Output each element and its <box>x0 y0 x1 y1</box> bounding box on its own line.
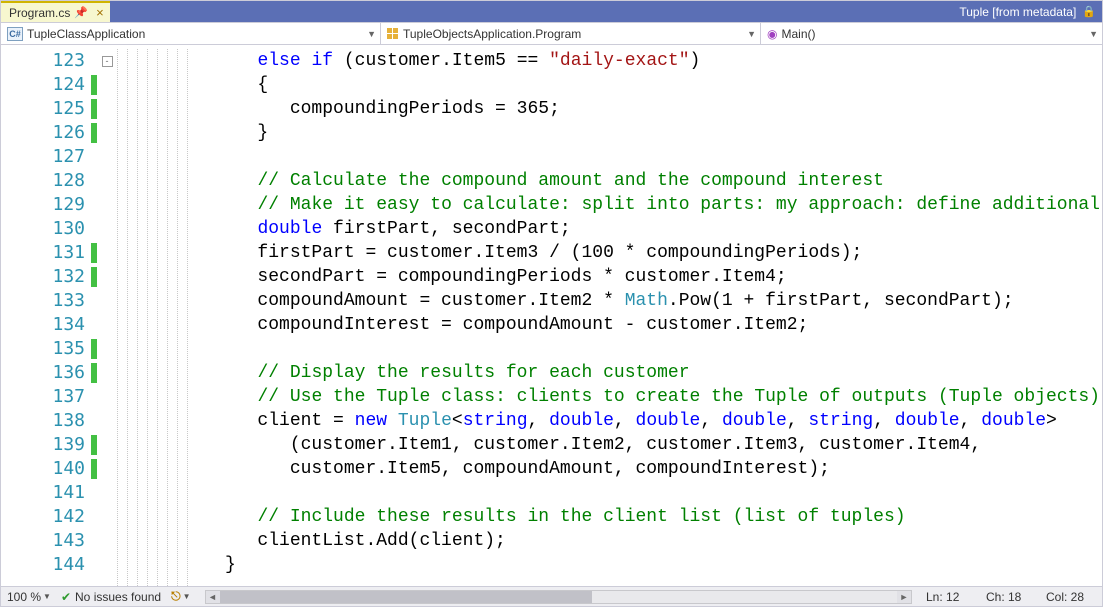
code-line[interactable]: // Display the results for each customer <box>117 361 1102 385</box>
line-number: 134 <box>1 313 97 337</box>
code-text[interactable]: else if (customer.Item5 == "daily-exact"… <box>117 45 1102 577</box>
scroll-right-arrow-icon[interactable]: ► <box>897 591 911 603</box>
code-line[interactable]: compoundingPeriods = 365; <box>117 97 1102 121</box>
method-icon: ◉ <box>767 28 777 40</box>
lightning-icon: ⎋ <box>171 589 181 604</box>
pin-icon[interactable]: 📌 <box>74 6 88 19</box>
issues-label: No issues found <box>75 590 161 604</box>
code-line[interactable]: else if (customer.Item5 == "daily-exact"… <box>117 49 1102 73</box>
tab-program-cs[interactable]: Program.cs 📌 × <box>1 1 110 22</box>
chevron-down-icon: ▼ <box>1089 29 1098 39</box>
fold-toggle[interactable]: - <box>102 56 113 67</box>
document-well-right: Tuple [from metadata] 🔒 <box>110 1 1102 22</box>
chevron-down-icon: ▼ <box>183 592 191 601</box>
code-line[interactable]: customer.Item5, compoundAmount, compound… <box>117 457 1102 481</box>
issues-indicator[interactable]: ✔ No issues found <box>61 590 161 604</box>
tab-filename: Program.cs <box>9 6 70 20</box>
zoom-label: 100 % <box>7 590 41 604</box>
caret-line: Ln: 12 <box>926 590 976 604</box>
line-number: 144 <box>1 553 97 577</box>
code-line[interactable]: // Include these results in the client l… <box>117 505 1102 529</box>
nav-class-dropdown[interactable]: TupleObjectsApplication.Program ▼ <box>381 23 761 44</box>
line-number: 133 <box>1 289 97 313</box>
code-line[interactable] <box>117 145 1102 169</box>
line-number: 125 <box>1 97 97 121</box>
code-line[interactable]: // Make it easy to calculate: split into… <box>117 193 1102 217</box>
line-number: 142 <box>1 505 97 529</box>
code-line[interactable]: { <box>117 73 1102 97</box>
titlebar-right-text: Tuple [from metadata] <box>959 5 1076 19</box>
document-tabbar: Program.cs 📌 × Tuple [from metadata] 🔒 <box>1 1 1102 23</box>
history-button[interactable]: ⎋ ▼ <box>171 589 190 604</box>
line-number: 135 <box>1 337 97 361</box>
chevron-down-icon: ▼ <box>367 29 376 39</box>
line-number: 127 <box>1 145 97 169</box>
status-bar: 100 % ▼ ✔No issues found ⎋ ▼ ◄ ► Ln: 12 … <box>1 586 1102 606</box>
line-number: 124 <box>1 73 97 97</box>
nav-method-label: Main() <box>781 27 815 41</box>
code-line[interactable]: client = new Tuple<string, double, doubl… <box>117 409 1102 433</box>
line-number-gutter: 1231241251261271281291301311321331341351… <box>1 45 97 586</box>
code-line[interactable]: double firstPart, secondPart; <box>117 217 1102 241</box>
caret-col: Col: 28 <box>1046 590 1096 604</box>
code-line[interactable]: compoundInterest = compoundAmount - cust… <box>117 313 1102 337</box>
horizontal-scrollbar[interactable]: ◄ ► <box>205 590 913 604</box>
code-line[interactable]: } <box>117 553 1102 577</box>
line-number: 141 <box>1 481 97 505</box>
line-number: 126 <box>1 121 97 145</box>
csharp-project-icon: C# <box>7 27 23 41</box>
code-line[interactable] <box>117 337 1102 361</box>
line-number: 137 <box>1 385 97 409</box>
chevron-down-icon: ▼ <box>747 29 756 39</box>
line-number: 129 <box>1 193 97 217</box>
code-line[interactable]: compoundAmount = customer.Item2 * Math.P… <box>117 289 1102 313</box>
navigation-bar: C# TupleClassApplication ▼ TupleObjectsA… <box>1 23 1102 45</box>
code-area[interactable]: else if (customer.Item5 == "daily-exact"… <box>117 45 1102 586</box>
horizontal-scrollbar-container: ◄ ► <box>201 590 917 604</box>
chevron-down-icon: ▼ <box>43 592 51 601</box>
line-number: 130 <box>1 217 97 241</box>
line-number: 136 <box>1 361 97 385</box>
scroll-thumb[interactable] <box>220 591 593 603</box>
line-number: 143 <box>1 529 97 553</box>
caret-char: Ch: 18 <box>986 590 1036 604</box>
code-line[interactable] <box>117 481 1102 505</box>
nav-class-label: TupleObjectsApplication.Program <box>403 27 581 41</box>
ide-window: Program.cs 📌 × Tuple [from metadata] 🔒 C… <box>0 0 1103 607</box>
line-number: 132 <box>1 265 97 289</box>
scroll-left-arrow-icon[interactable]: ◄ <box>206 591 220 603</box>
line-number: 138 <box>1 409 97 433</box>
nav-project-label: TupleClassApplication <box>27 27 145 41</box>
check-icon: ✔ <box>61 590 71 604</box>
code-line[interactable]: // Calculate the compound amount and the… <box>117 169 1102 193</box>
code-line[interactable]: secondPart = compoundingPeriods * custom… <box>117 265 1102 289</box>
line-number: 131 <box>1 241 97 265</box>
zoom-selector[interactable]: 100 % ▼ <box>7 590 51 604</box>
class-icon <box>387 28 399 40</box>
line-number: 139 <box>1 433 97 457</box>
line-number: 123 <box>1 49 97 73</box>
line-number: 128 <box>1 169 97 193</box>
nav-project-dropdown[interactable]: C# TupleClassApplication ▼ <box>1 23 381 44</box>
code-line[interactable]: // Use the Tuple class: clients to creat… <box>117 385 1102 409</box>
code-line[interactable]: } <box>117 121 1102 145</box>
scroll-track[interactable] <box>220 591 898 603</box>
code-line[interactable]: (customer.Item1, customer.Item2, custome… <box>117 433 1102 457</box>
close-icon[interactable]: × <box>96 5 104 20</box>
outlining-margin: - <box>97 45 117 586</box>
lock-icon: 🔒 <box>1082 5 1096 18</box>
line-number: 140 <box>1 457 97 481</box>
code-line[interactable]: clientList.Add(client); <box>117 529 1102 553</box>
code-line[interactable]: firstPart = customer.Item3 / (100 * comp… <box>117 241 1102 265</box>
nav-method-dropdown[interactable]: ◉ Main() ▼ <box>761 23 1102 44</box>
code-editor[interactable]: 1231241251261271281291301311321331341351… <box>1 45 1102 586</box>
